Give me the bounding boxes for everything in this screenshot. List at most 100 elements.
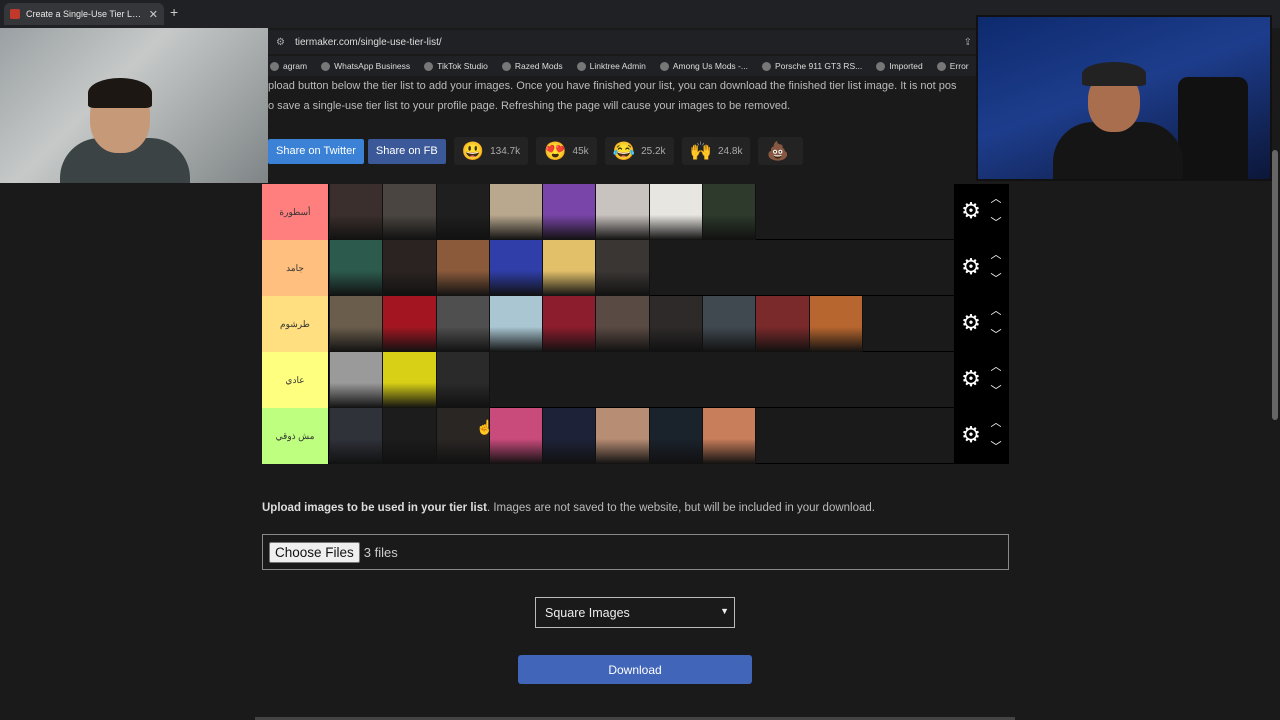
bookmark-item[interactable]: WhatsApp Business — [321, 61, 410, 71]
bookmark-item[interactable]: Among Us Mods -... — [659, 61, 748, 71]
tier-item-image[interactable] — [649, 296, 704, 352]
tier-item-image[interactable] — [649, 184, 704, 240]
tier-item-image[interactable] — [703, 184, 757, 240]
mouse-cursor-icon: ☝ — [476, 419, 494, 435]
tier-item-image[interactable] — [596, 296, 650, 352]
tier-item-image[interactable] — [703, 408, 757, 464]
tier-items — [330, 408, 757, 464]
chevron-down-icon[interactable]: ﹀ — [988, 440, 1004, 454]
tier-label[interactable]: طرشوم — [262, 296, 329, 352]
share-fb-button[interactable]: Share on FB — [367, 138, 446, 164]
reaction-button[interactable]: 😃 134.7k — [453, 137, 529, 165]
tier-item-image[interactable] — [489, 184, 544, 240]
tier-item-image[interactable] — [596, 240, 650, 296]
tier-item-image[interactable] — [596, 184, 650, 240]
tier-label[interactable]: أسطورة — [262, 184, 329, 240]
tier-item-image[interactable] — [436, 240, 490, 296]
tier-item-image[interactable] — [383, 408, 437, 464]
active-tab[interactable]: Create a Single-Use Tier List (Pr ✕ — [4, 3, 164, 25]
grinning-face-icon: 😃 — [461, 140, 485, 161]
reaction-button[interactable]: 😍 45k — [536, 137, 597, 165]
bookmark-label: Error — [949, 61, 969, 71]
image-mode-select[interactable]: Square Images ▼ — [535, 597, 735, 628]
bookmark-item[interactable]: Imported — [876, 61, 923, 71]
tier-item-image[interactable] — [703, 296, 757, 352]
intro-line-2: o save a single-use tier list to your pr… — [268, 100, 791, 112]
bookmark-item[interactable]: Linktree Admin — [576, 61, 646, 71]
reaction-count: 25.2k — [641, 145, 666, 157]
share-page-icon[interactable]: ⇪ — [964, 37, 972, 48]
gear-icon[interactable]: ⚙ — [958, 198, 984, 224]
file-input[interactable]: Choose Files 3 files — [262, 534, 1009, 570]
gear-icon[interactable]: ⚙ — [958, 422, 984, 448]
reaction-button[interactable]: 😂 25.2k — [604, 137, 674, 165]
tier-item-image[interactable] — [436, 408, 490, 464]
chevron-up-icon[interactable]: ︿ — [988, 248, 1004, 262]
chevron-down-icon[interactable]: ﹀ — [988, 384, 1004, 398]
tier-item-image[interactable] — [383, 240, 437, 296]
tier-item-image[interactable] — [330, 240, 384, 296]
bookmark-label: Imported — [889, 61, 923, 71]
tier-item-image[interactable] — [489, 240, 544, 296]
tier-item-image[interactable] — [330, 408, 384, 464]
tab-close-icon[interactable]: ✕ — [149, 8, 158, 21]
tier-item-image[interactable] — [543, 408, 597, 464]
scrollbar[interactable] — [1272, 150, 1278, 420]
laughing-face-icon: 😂 — [612, 140, 636, 161]
tier-controls: ⚙ ︿ ﹀ — [954, 408, 1009, 464]
chevron-up-icon[interactable]: ︿ — [988, 360, 1004, 374]
tier-item-image[interactable] — [330, 296, 384, 352]
tier-item-image[interactable] — [543, 296, 597, 352]
tier-item-image[interactable] — [756, 296, 810, 352]
tier-label[interactable]: جامد — [262, 240, 329, 296]
tier-item-image[interactable] — [436, 296, 490, 352]
gear-icon[interactable]: ⚙ — [958, 310, 984, 336]
tier-item-image[interactable] — [330, 352, 384, 408]
bookmark-item[interactable]: Error — [936, 61, 969, 71]
bookmark-favicon-icon — [936, 61, 946, 71]
tier-row: طرشوم ⚙ ︿ ﹀ — [262, 296, 1009, 352]
bookmark-item[interactable]: Razed Mods — [501, 61, 563, 71]
tier-item-image[interactable] — [383, 184, 437, 240]
tier-item-image[interactable] — [543, 240, 597, 296]
tier-label[interactable]: عادي — [262, 352, 329, 408]
chevron-down-icon[interactable]: ﹀ — [988, 328, 1004, 342]
tier-item-image[interactable] — [596, 408, 650, 464]
new-tab-button[interactable]: + — [170, 4, 178, 20]
tier-row: جامد ⚙ ︿ ﹀ — [262, 240, 1009, 296]
tier-item-image[interactable] — [489, 408, 544, 464]
tier-label[interactable]: مش ذوقي — [262, 408, 329, 464]
tier-item-image[interactable] — [489, 296, 544, 352]
bookmark-item[interactable]: TikTok Studio — [424, 61, 488, 71]
tab-title: Create a Single-Use Tier List (Pr — [26, 9, 143, 19]
tier-item-image[interactable] — [383, 296, 437, 352]
download-button[interactable]: Download — [518, 655, 752, 684]
site-info-icon[interactable]: ⚙ — [276, 37, 285, 48]
tier-item-image[interactable] — [649, 408, 704, 464]
choose-files-button[interactable]: Choose Files — [269, 541, 360, 563]
bookmark-favicon-icon — [659, 61, 669, 71]
tier-item-image[interactable] — [436, 184, 490, 240]
tier-row: أسطورة ⚙ ︿ ﹀ — [262, 184, 1009, 240]
gear-icon[interactable]: ⚙ — [958, 366, 984, 392]
url-field[interactable]: ⚙ tiermaker.com/single-use-tier-list/ ⇪ — [276, 32, 972, 52]
chevron-up-icon[interactable]: ︿ — [988, 416, 1004, 430]
tier-item-image[interactable] — [330, 184, 384, 240]
tier-item-image[interactable] — [436, 352, 490, 408]
gear-icon[interactable]: ⚙ — [958, 254, 984, 280]
tier-item-image[interactable] — [383, 352, 437, 408]
bookmark-item[interactable]: agram — [270, 61, 307, 71]
bookmark-item[interactable]: Porsche 911 GT3 RS... — [761, 61, 862, 71]
share-twitter-button[interactable]: Share on Twitter — [268, 138, 364, 164]
chevron-up-icon[interactable]: ︿ — [988, 192, 1004, 206]
tier-item-image[interactable] — [543, 184, 597, 240]
reaction-button[interactable]: 💩 — [758, 137, 803, 165]
bookmark-label: TikTok Studio — [437, 61, 488, 71]
bookmark-favicon-icon — [576, 61, 586, 71]
chevron-down-icon[interactable]: ﹀ — [988, 216, 1004, 230]
tier-item-image[interactable] — [809, 296, 863, 352]
chevron-down-icon[interactable]: ﹀ — [988, 272, 1004, 286]
bookmark-label: Linktree Admin — [589, 61, 646, 71]
chevron-up-icon[interactable]: ︿ — [988, 304, 1004, 318]
reaction-button[interactable]: 🙌 24.8k — [681, 137, 751, 165]
